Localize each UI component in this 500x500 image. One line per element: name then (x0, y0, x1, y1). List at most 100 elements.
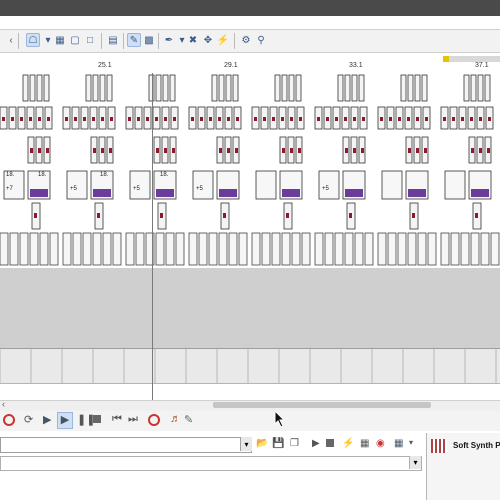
note-mark[interactable] (164, 148, 167, 153)
empty-track-area[interactable] (0, 268, 500, 348)
note-mark[interactable] (452, 117, 455, 121)
note-mark[interactable] (128, 117, 131, 121)
chevron-down-icon[interactable]: ▾ (409, 456, 421, 469)
next-icon[interactable]: ⏭ (128, 413, 138, 426)
note-mark[interactable] (83, 117, 86, 121)
note-mark[interactable] (471, 148, 474, 153)
select-icon[interactable]: ▢ (68, 33, 82, 47)
note-mark[interactable] (488, 117, 491, 121)
note-mark[interactable] (74, 117, 77, 121)
note-mark[interactable] (160, 213, 163, 218)
marquee-icon[interactable]: ▩ (142, 33, 156, 47)
layout-icon[interactable]: ▦ (394, 438, 403, 449)
note-mark[interactable] (93, 148, 96, 153)
note-mark[interactable] (416, 117, 419, 121)
note-mark[interactable] (146, 117, 149, 121)
pattern-clip[interactable] (43, 74, 50, 102)
pattern-clip[interactable] (377, 232, 387, 266)
pattern-clip[interactable] (106, 74, 113, 102)
pattern-clip[interactable] (112, 232, 122, 266)
pattern-clip[interactable] (414, 74, 421, 102)
note-mark[interactable] (97, 213, 100, 218)
note-mark[interactable] (361, 148, 364, 153)
pattern-clip[interactable] (344, 232, 354, 266)
pattern-clip[interactable] (295, 74, 302, 102)
note-mark[interactable] (2, 117, 5, 121)
mute-icon[interactable]: ⚡ (342, 438, 354, 449)
note-mark[interactable] (38, 148, 41, 153)
note-mark[interactable] (290, 117, 293, 121)
note-mark[interactable] (272, 117, 275, 121)
pattern-clip[interactable] (337, 74, 344, 102)
pattern-clip[interactable] (251, 232, 261, 266)
record-icon[interactable]: ◉ (376, 438, 385, 449)
note-mark[interactable] (362, 117, 365, 121)
play-selection-icon[interactable]: ▶ (57, 412, 73, 429)
pattern-clip[interactable] (407, 74, 414, 102)
pattern-clip[interactable] (9, 232, 19, 266)
note-mark[interactable] (424, 148, 427, 153)
note-mark[interactable] (286, 213, 289, 218)
pattern-clip[interactable] (39, 232, 49, 266)
note-mark[interactable] (353, 148, 356, 153)
note-mark[interactable] (219, 148, 222, 153)
note-mark[interactable] (479, 117, 482, 121)
pattern-clip[interactable] (291, 232, 301, 266)
edit-icon[interactable]: ✎ (127, 33, 141, 47)
output-select[interactable] (0, 456, 422, 471)
pattern-clip[interactable] (281, 74, 288, 102)
gear-icon[interactable]: ⚙ (239, 33, 253, 47)
note-mark[interactable] (46, 148, 49, 153)
crop-icon[interactable]: □ (83, 33, 97, 47)
pattern-clip[interactable] (99, 74, 106, 102)
pattern-clip[interactable] (477, 74, 484, 102)
pattern-clip[interactable] (232, 74, 239, 102)
note-mark[interactable] (109, 148, 112, 153)
pattern-clip[interactable] (358, 74, 365, 102)
note-mark[interactable] (164, 117, 167, 121)
pattern-clip[interactable] (218, 232, 228, 266)
note-mark[interactable] (200, 117, 203, 121)
save-icon[interactable]: 💾 (272, 438, 284, 449)
pattern-clip[interactable] (169, 74, 176, 102)
pattern-clip[interactable] (162, 74, 169, 102)
note-mark[interactable] (209, 117, 212, 121)
note-mark[interactable] (479, 148, 482, 153)
folder-icon[interactable]: 📂 (256, 438, 268, 449)
note-mark[interactable] (110, 117, 113, 121)
erase-icon[interactable]: ✖ (186, 33, 200, 47)
note-mark[interactable] (20, 117, 23, 121)
note-mark[interactable] (47, 117, 50, 121)
pattern-clip[interactable] (62, 232, 72, 266)
preset-select[interactable] (0, 437, 252, 453)
pattern-clip[interactable] (135, 232, 145, 266)
pattern-clip[interactable] (228, 232, 238, 266)
record-arm-icon[interactable] (148, 414, 160, 426)
pattern-clip[interactable] (490, 232, 500, 266)
pattern-clip[interactable] (85, 74, 92, 102)
grid-icon[interactable]: ▦ (53, 33, 67, 47)
note-mark[interactable] (412, 213, 415, 218)
zoom-icon[interactable]: ⚲ (254, 33, 268, 47)
note-mark[interactable] (326, 117, 329, 121)
note-mark[interactable] (172, 148, 175, 153)
note-mark[interactable] (487, 148, 490, 153)
metronome-icon[interactable]: ♬ (170, 413, 181, 425)
note-mark[interactable] (191, 117, 194, 121)
pattern-clip[interactable] (36, 74, 43, 102)
note-mark[interactable] (461, 117, 464, 121)
loop-icon[interactable]: ⟳ (24, 413, 33, 426)
pattern-clip[interactable] (175, 232, 185, 266)
pattern-clip[interactable] (211, 74, 218, 102)
pattern-clip[interactable] (188, 232, 198, 266)
pattern-clip[interactable] (49, 232, 59, 266)
soft-synth-panel[interactable]: Soft Synth Pr (426, 433, 500, 500)
pattern-clip[interactable] (417, 232, 427, 266)
copy-icon[interactable]: ❐ (290, 438, 299, 449)
pattern-clip[interactable] (0, 232, 9, 266)
note-mark[interactable] (92, 117, 95, 121)
note-mark[interactable] (425, 117, 428, 121)
note-mark[interactable] (416, 148, 419, 153)
split-icon[interactable]: ✥ (201, 33, 215, 47)
pattern-clip[interactable] (92, 232, 102, 266)
